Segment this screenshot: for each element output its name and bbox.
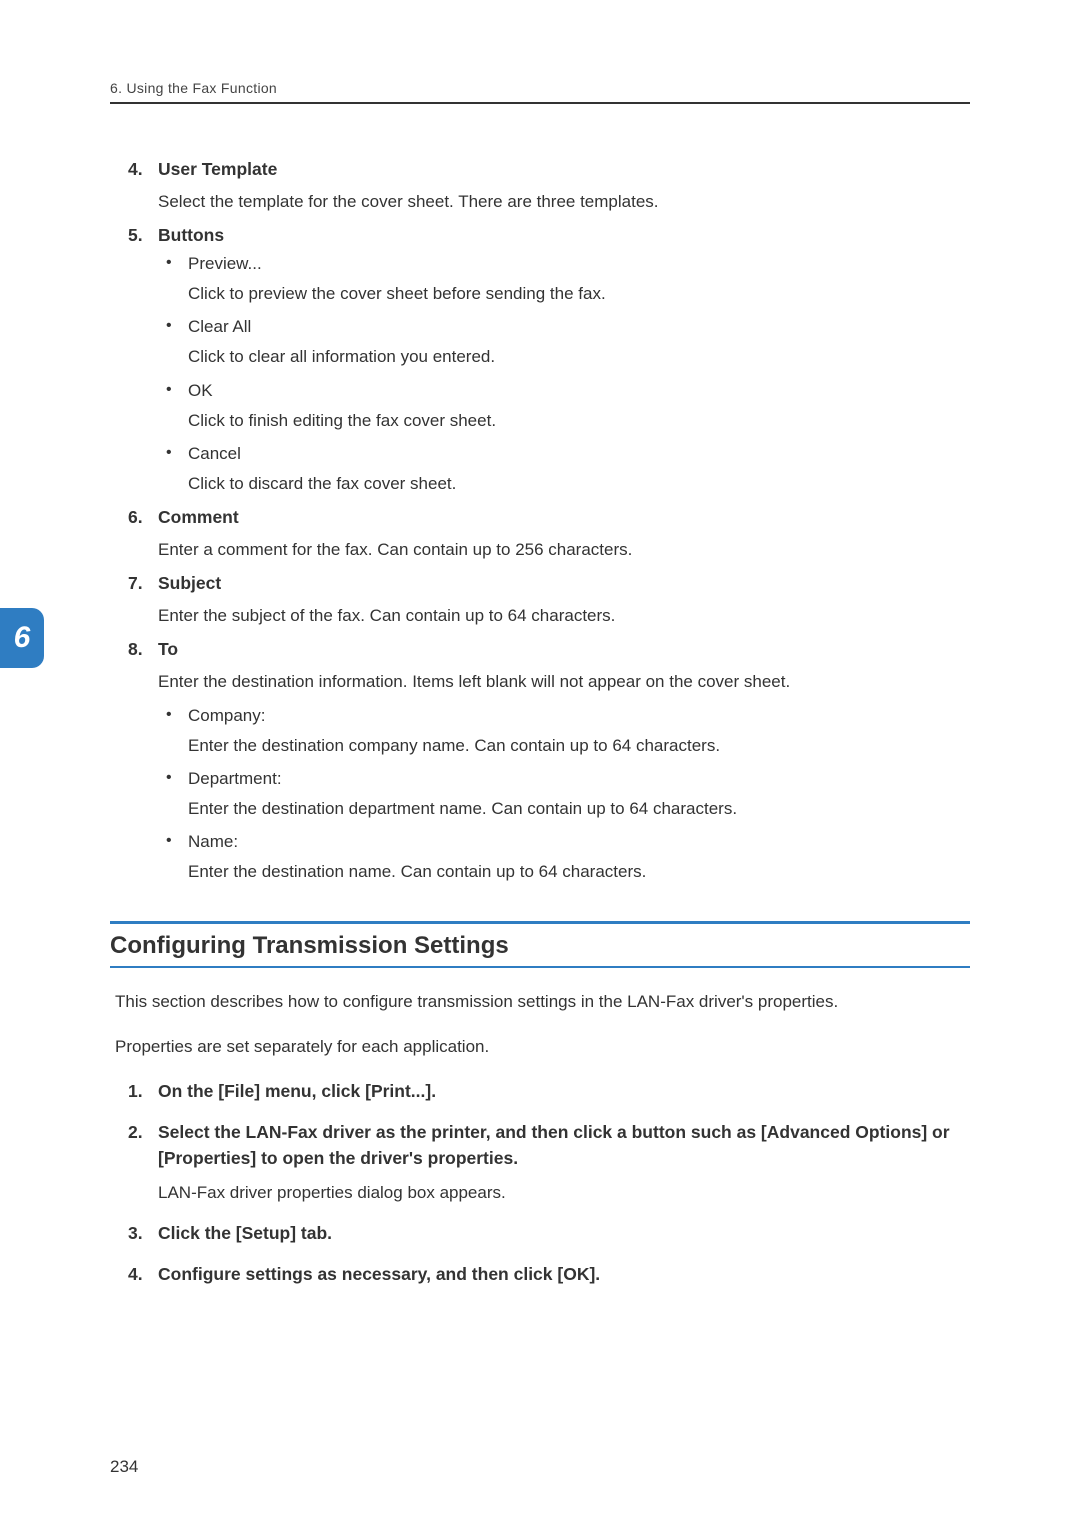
definition-list: 4. User Template Select the template for…	[110, 159, 970, 885]
bullet: • Department:	[166, 769, 952, 789]
list-item: • Cancel Click to discard the fax cover …	[166, 444, 952, 497]
item-title: 7. Subject	[128, 573, 952, 594]
bullet: • Cancel	[166, 444, 952, 464]
step-title: 3. Click the [Setup] tab.	[128, 1220, 952, 1246]
bullet-label: Cancel	[188, 444, 241, 464]
item-title: 8. To	[128, 639, 952, 660]
steps-list: 1. On the [File] menu, click [Print...].…	[110, 1078, 970, 1286]
step-4: 4. Configure settings as necessary, and …	[128, 1261, 952, 1287]
step-3: 3. Click the [Setup] tab.	[128, 1220, 952, 1246]
item-number: 8.	[128, 639, 158, 660]
bullet-icon: •	[166, 381, 188, 401]
section-heading: Configuring Transmission Settings	[110, 921, 970, 968]
item-number: 6.	[128, 507, 158, 528]
step-2: 2. Select the LAN-Fax driver as the prin…	[128, 1119, 952, 1207]
page-header: 6. Using the Fax Function	[110, 80, 970, 104]
item-number: 5.	[128, 225, 158, 246]
item-desc-text: Enter the destination information. Items…	[158, 668, 952, 695]
bullet-body: Click to preview the cover sheet before …	[188, 280, 952, 307]
item-to: 8. To Enter the destination information.…	[128, 639, 952, 885]
step-title: 4. Configure settings as necessary, and …	[128, 1261, 952, 1287]
bullet-body: Enter the destination department name. C…	[188, 795, 952, 822]
item-desc: Enter a comment for the fax. Can contain…	[158, 536, 952, 563]
bullet-label: Company:	[188, 706, 265, 726]
item-comment: 6. Comment Enter a comment for the fax. …	[128, 507, 952, 563]
page: 6. Using the Fax Function 6 4. User Temp…	[0, 0, 1080, 1532]
item-title-text: Comment	[158, 507, 239, 528]
bullet-icon: •	[166, 317, 188, 337]
step-title: 2. Select the LAN-Fax driver as the prin…	[128, 1119, 952, 1172]
bullet-icon: •	[166, 832, 188, 852]
bullet-icon: •	[166, 706, 188, 726]
step-title-text: Click the [Setup] tab.	[158, 1220, 332, 1246]
bullet-label: Department:	[188, 769, 282, 789]
page-number: 234	[110, 1457, 138, 1477]
bullet-icon: •	[166, 444, 188, 464]
step-title-text: On the [File] menu, click [Print...].	[158, 1078, 436, 1104]
bullet-icon: •	[166, 769, 188, 789]
bullet-label: Name:	[188, 832, 238, 852]
step-body: LAN-Fax driver properties dialog box app…	[158, 1179, 952, 1206]
step-title-text: Select the LAN-Fax driver as the printer…	[158, 1119, 952, 1172]
item-title-text: Subject	[158, 573, 221, 594]
step-title: 1. On the [File] menu, click [Print...].	[128, 1078, 952, 1104]
bullet-body: Click to finish editing the fax cover sh…	[188, 407, 952, 434]
item-user-template: 4. User Template Select the template for…	[128, 159, 952, 215]
bullet-list: • Company: Enter the destination company…	[166, 706, 952, 886]
item-title: 6. Comment	[128, 507, 952, 528]
item-title-text: To	[158, 639, 178, 660]
step-number: 3.	[128, 1220, 158, 1246]
item-desc: Enter the subject of the fax. Can contai…	[158, 602, 952, 629]
bullet-body: Click to clear all information you enter…	[188, 343, 952, 370]
item-number: 4.	[128, 159, 158, 180]
bullet-label: Preview...	[188, 254, 262, 274]
item-title: 5. Buttons	[128, 225, 952, 246]
step-number: 1.	[128, 1078, 158, 1104]
item-desc-text: Enter a comment for the fax. Can contain…	[158, 536, 952, 563]
item-title: 4. User Template	[128, 159, 952, 180]
bullet-body: Enter the destination company name. Can …	[188, 732, 952, 759]
list-item: • OK Click to finish editing the fax cov…	[166, 381, 952, 434]
bullet: • Company:	[166, 706, 952, 726]
section-intro-2: Properties are set separately for each a…	[110, 1033, 970, 1060]
chapter-tab: 6	[0, 608, 44, 668]
section-intro: This section describes how to configure …	[110, 988, 970, 1015]
list-item: • Preview... Click to preview the cover …	[166, 254, 952, 307]
bullet: • Clear All	[166, 317, 952, 337]
item-buttons: 5. Buttons • Preview... Click to preview…	[128, 225, 952, 497]
list-item: • Company: Enter the destination company…	[166, 706, 952, 759]
item-desc: Enter the destination information. Items…	[158, 668, 952, 695]
item-title-text: Buttons	[158, 225, 224, 246]
item-subject: 7. Subject Enter the subject of the fax.…	[128, 573, 952, 629]
list-item: • Name: Enter the destination name. Can …	[166, 832, 952, 885]
step-1: 1. On the [File] menu, click [Print...].	[128, 1078, 952, 1104]
bullet-body: Click to discard the fax cover sheet.	[188, 470, 952, 497]
step-number: 2.	[128, 1119, 158, 1172]
bullet: • Name:	[166, 832, 952, 852]
bullet: • Preview...	[166, 254, 952, 274]
item-number: 7.	[128, 573, 158, 594]
step-number: 4.	[128, 1261, 158, 1287]
step-title-text: Configure settings as necessary, and the…	[158, 1261, 600, 1287]
bullet-label: Clear All	[188, 317, 251, 337]
bullet-body: Enter the destination name. Can contain …	[188, 858, 952, 885]
list-item: • Department: Enter the destination depa…	[166, 769, 952, 822]
item-title-text: User Template	[158, 159, 277, 180]
item-desc: Select the template for the cover sheet.…	[158, 188, 952, 215]
bullet-list: • Preview... Click to preview the cover …	[166, 254, 952, 497]
list-item: • Clear All Click to clear all informati…	[166, 317, 952, 370]
bullet-label: OK	[188, 381, 213, 401]
item-desc-text: Select the template for the cover sheet.…	[158, 188, 952, 215]
bullet: • OK	[166, 381, 952, 401]
item-desc-text: Enter the subject of the fax. Can contai…	[158, 602, 952, 629]
bullet-icon: •	[166, 254, 188, 274]
